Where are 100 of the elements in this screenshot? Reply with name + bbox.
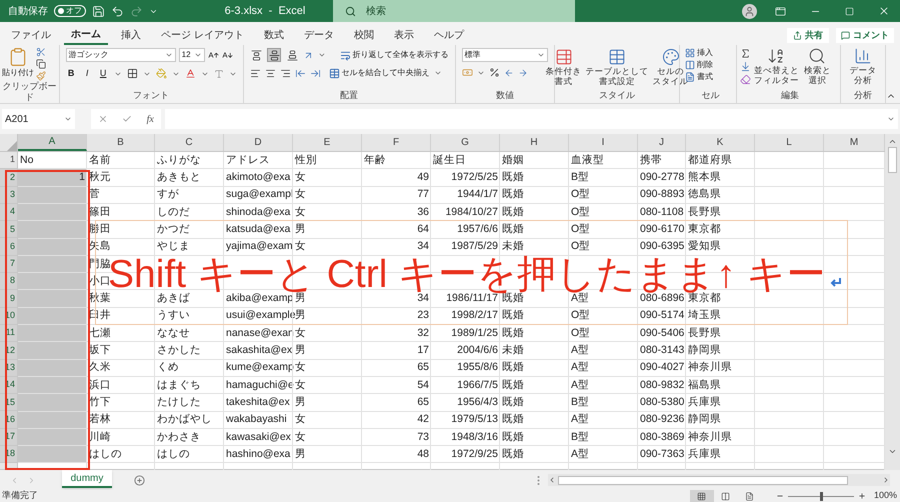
column-header[interactable]: G <box>431 134 500 151</box>
vertical-align-button[interactable] <box>285 48 299 62</box>
menu-tab[interactable]: 数式 <box>256 25 291 45</box>
table-cell-text: 既婚 <box>501 187 525 202</box>
caret-icon <box>318 51 326 59</box>
enter-icon[interactable] <box>122 114 132 124</box>
avatar-icon[interactable] <box>742 4 757 18</box>
outdent-icon[interactable] <box>294 68 306 78</box>
column-header[interactable]: H <box>500 134 569 151</box>
group-label: 数値 <box>494 90 515 102</box>
column-header[interactable]: I <box>569 134 638 151</box>
column-header[interactable]: D <box>224 134 293 151</box>
scroll-thumb[interactable] <box>558 476 848 484</box>
copy-icon[interactable] <box>36 59 46 69</box>
currency-icon[interactable] <box>462 67 473 78</box>
column-header[interactable]: J <box>638 134 686 151</box>
menu-tab[interactable]: ヘルプ <box>426 25 471 45</box>
menu-tab[interactable]: ファイル <box>4 25 58 45</box>
add-sheet-icon[interactable] <box>134 474 145 486</box>
document-icon <box>745 492 754 500</box>
column-header[interactable]: E <box>293 134 362 151</box>
cut-icon[interactable] <box>36 47 46 57</box>
paste-button[interactable]: 貼り付け <box>2 47 34 79</box>
menu-tab[interactable]: 挿入 <box>114 25 148 45</box>
scroll-left-icon[interactable] <box>548 476 556 484</box>
table-cell-text: B型 <box>570 430 590 445</box>
wrap-text-button[interactable]: 折り返して全体を表示する <box>340 49 449 61</box>
table-cell-text: 既婚 <box>501 446 525 462</box>
undo-icon[interactable] <box>111 4 124 18</box>
font-color-icon[interactable] <box>184 68 196 80</box>
font-name-field[interactable]: 游ゴシック <box>66 48 176 62</box>
scroll-up-icon[interactable] <box>888 137 897 146</box>
table-cell-text: 埼玉県 <box>687 308 722 324</box>
scroll-thumb[interactable] <box>888 147 897 173</box>
align-center-icon[interactable] <box>264 68 276 78</box>
zoom-thumb[interactable] <box>820 492 823 500</box>
merge-center-button[interactable]: セルを結合して中央揃え <box>328 67 430 79</box>
table-cell-text: 竹下 <box>88 394 112 410</box>
insert-function-button[interactable]: fx <box>146 112 154 126</box>
restore-icon[interactable] <box>845 6 854 16</box>
editing-button[interactable]: 並べ替えと フィルター <box>752 47 801 85</box>
menu-tab[interactable]: ページ レイアウト <box>154 25 251 45</box>
zoom-in-icon[interactable] <box>858 492 866 500</box>
vertical-align-button[interactable] <box>267 48 282 62</box>
number-format-field[interactable]: 標準 <box>462 48 548 62</box>
fill-down-icon[interactable] <box>740 61 751 72</box>
align-left-icon[interactable] <box>250 68 261 78</box>
indent-icon[interactable] <box>310 68 321 78</box>
column-header[interactable]: A <box>18 134 87 151</box>
style-button[interactable]: テーブルとして 書式設定 <box>584 48 651 86</box>
fill-color-icon[interactable] <box>156 68 167 80</box>
font-style-button[interactable]: U <box>98 67 109 80</box>
view-button[interactable] <box>690 490 714 502</box>
scroll-right-icon[interactable] <box>882 476 890 484</box>
vertical-scrollbar[interactable] <box>885 134 900 470</box>
column-header[interactable]: L <box>755 134 824 151</box>
data-analysis-button[interactable]: データ 分析 <box>841 47 886 85</box>
align-right-icon[interactable] <box>280 68 291 78</box>
eraser-icon[interactable] <box>740 74 751 85</box>
horizontal-scrollbar[interactable] <box>548 474 890 486</box>
table-cell-text: 090-4027 <box>639 360 686 376</box>
column-header[interactable]: F <box>362 134 431 151</box>
table-cell-text: 愛知県 <box>687 239 722 254</box>
close-icon[interactable] <box>878 5 890 17</box>
column-header[interactable]: K <box>686 134 755 151</box>
font-size-field[interactable]: 12 <box>178 48 205 62</box>
table-cell-text: 既婚 <box>501 204 525 220</box>
borders-icon[interactable] <box>126 68 138 80</box>
vertical-align-button[interactable] <box>250 48 264 62</box>
column-header[interactable]: C <box>155 134 224 151</box>
font-style-button[interactable]: B <box>66 67 77 80</box>
font-style-button[interactable]: I <box>82 67 93 80</box>
splitter-icon[interactable] <box>537 476 540 484</box>
formula-input[interactable] <box>165 109 898 129</box>
table-cell-text: はまぐち <box>156 378 202 393</box>
increase-decimal-icon[interactable] <box>504 68 514 78</box>
menu-tab[interactable]: データ <box>296 25 341 45</box>
decrease-decimal-icon[interactable] <box>518 68 528 78</box>
phonetic-icon[interactable] <box>214 68 224 79</box>
table-cell-text: わかばやし <box>156 412 213 428</box>
grow-font-icon[interactable] <box>208 50 219 60</box>
cancel-icon[interactable] <box>98 114 108 124</box>
menu-tab[interactable]: 表示 <box>386 25 421 45</box>
name-box[interactable]: A201 <box>2 109 75 129</box>
save-icon[interactable] <box>92 4 105 18</box>
menu-tab[interactable]: 校閲 <box>346 25 381 45</box>
editing-button[interactable]: 検索と 選択 <box>802 47 833 85</box>
autosave-toggle[interactable]: オフ <box>54 5 86 17</box>
search-field[interactable]: 検索 <box>333 0 575 22</box>
comment-button[interactable]: コメント <box>836 28 894 43</box>
share-button[interactable]: 共有 <box>787 28 829 43</box>
sum-icon[interactable] <box>740 48 751 59</box>
column-header[interactable]: B <box>87 134 155 151</box>
scroll-down-icon[interactable] <box>888 447 897 456</box>
sort-icon <box>767 47 786 65</box>
percent-icon[interactable] <box>488 67 500 78</box>
sheet-tab[interactable]: dummy <box>62 470 112 488</box>
row-header[interactable]: 1 <box>0 152 18 170</box>
ribbon-display-icon[interactable] <box>775 6 786 16</box>
shrink-font-icon[interactable] <box>222 50 233 60</box>
